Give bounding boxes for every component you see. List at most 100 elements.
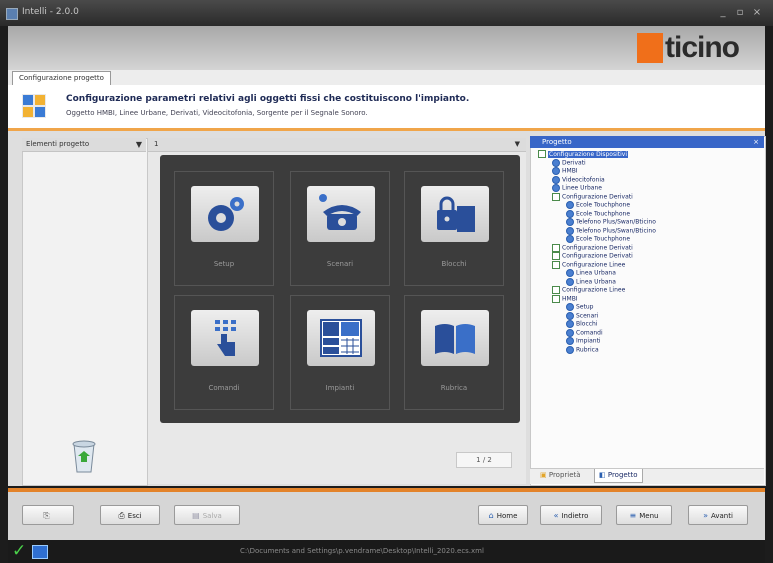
folder-icon (552, 192, 560, 201)
device-icon (552, 175, 560, 184)
tree-item-label: Ecole Touchphone (576, 201, 631, 209)
window-title-bar: Intelli - 2.0.0 _ ▫ × (0, 0, 773, 26)
tree-item-label: Scenari (576, 312, 599, 319)
tree-item-label: Impianti (576, 337, 601, 345)
tree-item[interactable]: Linee Urbane (552, 184, 602, 192)
tree-item-label: Linea Urbana (576, 269, 616, 277)
tab-configurazione-progetto[interactable]: Configurazione progetto (12, 71, 111, 85)
tile-impianti[interactable]: Impianti (290, 295, 390, 410)
tab-progetto[interactable]: ◧ Progetto (594, 469, 643, 483)
folder-icon (552, 252, 560, 260)
tree-item[interactable]: Telefono Plus/Swan/Bticino (566, 226, 656, 235)
menu-button[interactable]: ≡ Menu (616, 505, 672, 525)
back-button[interactable]: «Indietro (540, 505, 602, 525)
folder-icon (552, 243, 560, 252)
tree-item[interactable]: Blocchi (566, 320, 598, 328)
page-indicator[interactable]: 1 / 2 (456, 452, 512, 468)
tree-item-label: Comandi (576, 329, 603, 336)
tile-setup[interactable]: Setup (174, 171, 274, 286)
button-label: Indietro (561, 512, 589, 520)
tree-item[interactable]: Configurazione Linee (552, 286, 625, 294)
tree-item-label: Setup (576, 303, 594, 311)
tree-item[interactable]: Setup (566, 303, 593, 311)
minimize-icon[interactable]: _ (716, 7, 730, 19)
lock-icon (421, 186, 489, 242)
tree-item[interactable]: Comandi (566, 328, 603, 337)
folder-icon (538, 150, 546, 158)
tree-item-label: Ecole Touchphone (576, 235, 631, 243)
tree-item-label: Rubrica (576, 346, 599, 353)
tab-proprieta[interactable]: ▣ Proprietà (536, 469, 585, 482)
tree-item[interactable]: Linea Urbana (566, 277, 616, 286)
checkmark-icon: ✓ (12, 541, 27, 561)
forward-button[interactable]: » Avanti (688, 505, 748, 525)
logo-mark (637, 33, 663, 63)
tree-item[interactable]: Derivati (552, 158, 586, 167)
tile-blocchi[interactable]: Blocchi (404, 171, 504, 286)
tree-item[interactable]: Linea Urbana (566, 269, 616, 277)
touch-keypad-icon (191, 310, 259, 366)
save-button[interactable]: ▤ Salva (174, 505, 240, 525)
panel-menu-icon[interactable]: ▼ (132, 138, 142, 151)
tile-scenari[interactable]: Scenari (290, 171, 390, 286)
device-icon (566, 277, 574, 286)
tree-item-label: Derivati (562, 159, 586, 166)
forward-icon: » (703, 511, 708, 520)
page-title: Configurazione parametri relativi agli o… (66, 94, 470, 104)
maximize-icon[interactable]: ▫ (733, 7, 747, 19)
tree-item[interactable]: Configurazione Dispositivi (538, 150, 629, 158)
tile-label: Setup (213, 260, 235, 268)
book-icon (421, 310, 489, 366)
tree-item[interactable]: HMBI (552, 294, 578, 303)
configuration-icon (22, 94, 46, 118)
tree-item[interactable]: Videocitofonia (552, 175, 605, 184)
tile-label: Impianti (325, 384, 355, 392)
device-icon (566, 201, 574, 209)
app-icon (6, 8, 18, 20)
tree-item[interactable]: Scenari (566, 311, 599, 320)
tree-item[interactable]: Configurazione Linee (552, 260, 625, 269)
center-panel-header: 1 ▼ (148, 138, 526, 152)
tree-item[interactable]: Ecole Touchphone (566, 201, 630, 209)
tree-item[interactable]: Configurazione Derivati (552, 192, 633, 201)
tree-item[interactable]: Configurazione Derivati (552, 252, 633, 260)
new-button[interactable]: ⎘ (22, 505, 74, 525)
chevron-down-icon[interactable]: ▼ (515, 138, 520, 151)
tree-item-label: Telefono Plus/Swan/Bticino (576, 218, 656, 226)
device-icon (566, 303, 574, 311)
tab-bar (8, 70, 765, 86)
recycle-bin-icon[interactable] (62, 436, 106, 476)
computer-icon (32, 545, 48, 559)
back-icon: « (553, 511, 559, 520)
close-icon[interactable]: × (750, 7, 764, 19)
tree-item[interactable]: Configurazione Derivati (552, 243, 633, 252)
tree-item[interactable]: Telefono Plus/Swan/Bticino (566, 218, 656, 226)
tree-item[interactable]: Ecole Touchphone (566, 235, 630, 243)
close-icon[interactable]: × (753, 136, 759, 148)
tree-item-label: HMBI (562, 167, 578, 175)
button-label: Salva (202, 512, 222, 520)
elements-panel-title: Elementi progetto (26, 140, 90, 148)
device-icon (566, 269, 574, 277)
device-icon (566, 218, 574, 226)
gears-icon (191, 186, 259, 242)
tree-item[interactable]: Impianti (566, 337, 601, 345)
exit-button[interactable]: ⎙ Esci (100, 505, 160, 525)
folder-icon (552, 294, 560, 303)
tree-item[interactable]: Rubrica (566, 345, 599, 354)
device-icon (566, 337, 574, 345)
page-header (8, 85, 765, 131)
home-button[interactable]: ⌂ Home (478, 505, 528, 525)
tile-comandi[interactable]: Comandi (174, 295, 274, 410)
device-icon (552, 167, 560, 175)
tree-item[interactable]: HMBI (552, 167, 578, 175)
window-title: Intelli - 2.0.0 (22, 7, 79, 17)
file-path: C:\Documents and Settings\p.vendrame\Des… (240, 547, 484, 555)
tree-item-label: Linee Urbane (562, 184, 602, 192)
tree-item[interactable]: Ecole Touchphone (566, 209, 630, 218)
tile-rubrica[interactable]: Rubrica (404, 295, 504, 410)
tree-item-label: Configurazione Dispositivi (548, 150, 629, 158)
folder-icon (552, 260, 560, 269)
tile-label: Blocchi (441, 260, 467, 268)
device-icon (552, 158, 560, 167)
